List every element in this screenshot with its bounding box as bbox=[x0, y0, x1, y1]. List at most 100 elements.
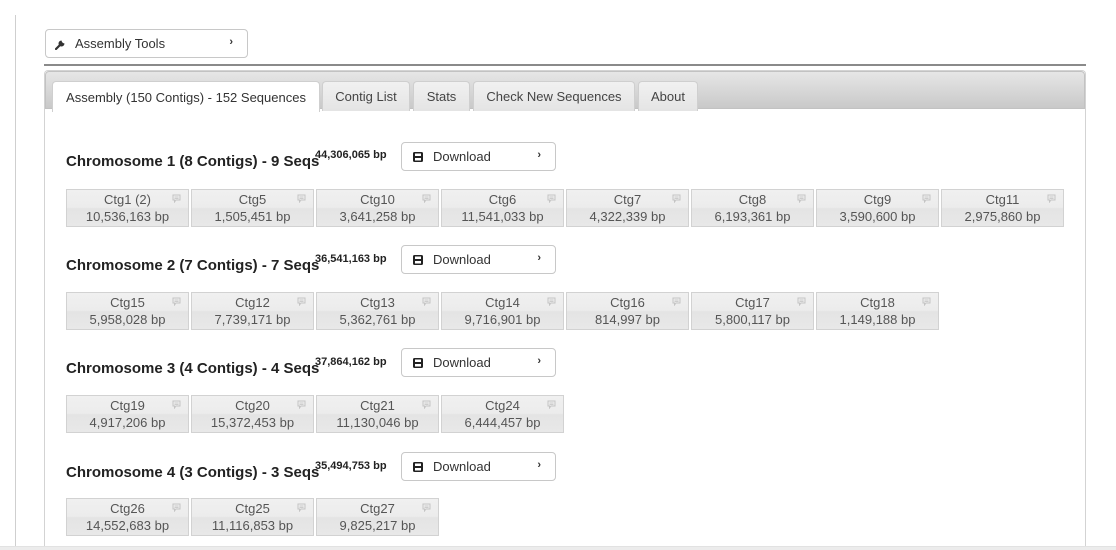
contig-length: 2,975,860 bp bbox=[964, 209, 1041, 224]
download-button[interactable]: Download › bbox=[401, 348, 556, 377]
comment-icon[interactable] bbox=[172, 503, 181, 512]
comment-icon[interactable] bbox=[547, 400, 556, 409]
contig-tile[interactable]: Ctg27 9,825,217 bp bbox=[316, 498, 439, 536]
contig-name: Ctg9 bbox=[863, 192, 892, 207]
comment-icon[interactable] bbox=[172, 194, 181, 203]
comment-icon[interactable] bbox=[422, 297, 431, 306]
contig-tile[interactable]: Ctg19 4,917,206 bp bbox=[66, 395, 189, 433]
contig-tile[interactable]: Ctg12 7,739,171 bp bbox=[191, 292, 314, 330]
contig-name: Ctg15 bbox=[110, 295, 145, 310]
contig-name: Ctg25 bbox=[235, 501, 270, 516]
contig-tile[interactable]: Ctg21 11,130,046 bp bbox=[316, 395, 439, 433]
tab-label: Contig List bbox=[335, 89, 397, 104]
contig-length: 5,800,117 bp bbox=[715, 312, 790, 327]
contig-tile[interactable]: Ctg25 11,116,853 bp bbox=[191, 498, 314, 536]
download-button[interactable]: Download › bbox=[401, 142, 556, 171]
comment-icon[interactable] bbox=[547, 297, 556, 306]
tab-check-new-sequences[interactable]: Check New Sequences bbox=[473, 81, 635, 111]
contig-tile[interactable]: Ctg14 9,716,901 bp bbox=[441, 292, 564, 330]
contig-length: 7,739,171 bp bbox=[214, 312, 291, 327]
download-button[interactable]: Download › bbox=[401, 452, 556, 481]
contig-length: 15,372,453 bp bbox=[210, 415, 295, 430]
comment-icon[interactable] bbox=[672, 194, 681, 203]
tab-about[interactable]: About bbox=[638, 81, 698, 111]
contig-name: Ctg24 bbox=[485, 398, 520, 413]
tab-bar: Assembly (150 Contigs) - 152 Sequences C… bbox=[45, 71, 1085, 112]
contig-tile[interactable]: Ctg17 5,800,117 bp bbox=[691, 292, 814, 330]
comment-icon[interactable] bbox=[797, 194, 806, 203]
save-icon bbox=[413, 254, 423, 265]
comment-icon[interactable] bbox=[1047, 194, 1056, 203]
comment-icon[interactable] bbox=[172, 297, 181, 306]
contig-length: 4,322,339 bp bbox=[589, 209, 666, 224]
comment-icon[interactable] bbox=[297, 297, 306, 306]
contig-tile[interactable]: Ctg24 6,444,457 bp bbox=[441, 395, 564, 433]
contig-name: Ctg21 bbox=[360, 398, 395, 413]
contig-name: Ctg18 bbox=[860, 295, 895, 310]
contig-tile[interactable]: Ctg26 14,552,683 bp bbox=[66, 498, 189, 536]
chromosome-total-length: 44,306,065 bp bbox=[315, 149, 387, 161]
contig-row: Ctg26 14,552,683 bp Ctg25 11,116,853 bp Ctg2… bbox=[66, 498, 439, 536]
contig-name: Ctg16 bbox=[610, 295, 645, 310]
download-label: Download bbox=[433, 355, 491, 370]
comment-icon[interactable] bbox=[297, 400, 306, 409]
chevron-right-icon: › bbox=[229, 36, 233, 48]
contig-length: 5,958,028 bp bbox=[89, 312, 166, 327]
contig-tile[interactable]: Ctg15 5,958,028 bp bbox=[66, 292, 189, 330]
download-button[interactable]: Download › bbox=[401, 245, 556, 274]
tab-label: Assembly (150 Contigs) - 152 Sequences bbox=[66, 89, 306, 105]
contig-length: 4,917,206 bp bbox=[89, 415, 166, 430]
tab-assembly[interactable]: Assembly (150 Contigs) - 152 Sequences bbox=[52, 81, 320, 112]
contig-name: Ctg26 bbox=[110, 501, 145, 516]
contig-length: 11,116,853 bp bbox=[211, 518, 294, 533]
wrench-icon bbox=[55, 40, 65, 50]
comment-icon[interactable] bbox=[922, 297, 931, 306]
contig-length: 11,541,033 bp bbox=[461, 209, 544, 224]
contig-tile[interactable]: Ctg18 1,149,188 bp bbox=[816, 292, 939, 330]
chromosome-total-length: 35,494,753 bp bbox=[315, 460, 387, 472]
contig-length: 3,641,258 bp bbox=[339, 209, 416, 224]
chevron-right-icon: › bbox=[537, 252, 541, 264]
chromosome-title: Chromosome 3 (4 Contigs) - 4 Seqs bbox=[66, 360, 320, 377]
comment-icon[interactable] bbox=[547, 194, 556, 203]
contig-tile[interactable]: Ctg1 (2) 10,536,163 bp bbox=[66, 189, 189, 227]
contig-row: Ctg15 5,958,028 bp Ctg12 7,739,171 bp Ctg13 5… bbox=[66, 292, 939, 330]
contig-tile[interactable]: Ctg13 5,362,761 bp bbox=[316, 292, 439, 330]
comment-icon[interactable] bbox=[297, 503, 306, 512]
comment-icon[interactable] bbox=[672, 297, 681, 306]
contig-tile[interactable]: Ctg16 814,997 bp bbox=[566, 292, 689, 330]
comment-icon[interactable] bbox=[797, 297, 806, 306]
tab-stats[interactable]: Stats bbox=[413, 81, 470, 111]
contig-length: 1,149,188 bp bbox=[839, 312, 916, 327]
contig-row: Ctg1 (2) 10,536,163 bp Ctg5 1,505,451 bp Ctg… bbox=[66, 189, 1064, 227]
contig-name: Ctg6 bbox=[488, 192, 517, 207]
comment-icon[interactable] bbox=[297, 194, 306, 203]
contig-tile[interactable]: Ctg7 4,322,339 bp bbox=[566, 189, 689, 227]
download-label: Download bbox=[433, 149, 491, 164]
contig-tile[interactable]: Ctg10 3,641,258 bp bbox=[316, 189, 439, 227]
contig-tile[interactable]: Ctg8 6,193,361 bp bbox=[691, 189, 814, 227]
chromosome-title: Chromosome 4 (3 Contigs) - 3 Seqs bbox=[66, 464, 320, 481]
tab-label: About bbox=[651, 89, 685, 104]
contig-name: Ctg27 bbox=[360, 501, 395, 516]
contig-length: 1,505,451 bp bbox=[214, 209, 291, 224]
comment-icon[interactable] bbox=[422, 400, 431, 409]
contig-tile[interactable]: Ctg5 1,505,451 bp bbox=[191, 189, 314, 227]
contig-name: Ctg7 bbox=[613, 192, 642, 207]
chevron-right-icon: › bbox=[537, 459, 541, 471]
assembly-tools-label: Assembly Tools bbox=[75, 36, 166, 51]
comment-icon[interactable] bbox=[172, 400, 181, 409]
assembly-tools-button[interactable]: Assembly Tools › bbox=[45, 29, 248, 58]
contig-tile[interactable]: Ctg6 11,541,033 bp bbox=[441, 189, 564, 227]
contig-tile[interactable]: Ctg20 15,372,453 bp bbox=[191, 395, 314, 433]
contig-tile[interactable]: Ctg11 2,975,860 bp bbox=[941, 189, 1064, 227]
contig-tile[interactable]: Ctg9 3,590,600 bp bbox=[816, 189, 939, 227]
tab-label: Stats bbox=[426, 89, 457, 104]
comment-icon[interactable] bbox=[422, 503, 431, 512]
tab-contig-list[interactable]: Contig List bbox=[322, 81, 410, 111]
contig-name: Ctg12 bbox=[235, 295, 270, 310]
chromosome-total-length: 37,864,162 bp bbox=[315, 356, 387, 368]
contig-name: Ctg13 bbox=[360, 295, 395, 310]
comment-icon[interactable] bbox=[922, 194, 931, 203]
comment-icon[interactable] bbox=[422, 194, 431, 203]
